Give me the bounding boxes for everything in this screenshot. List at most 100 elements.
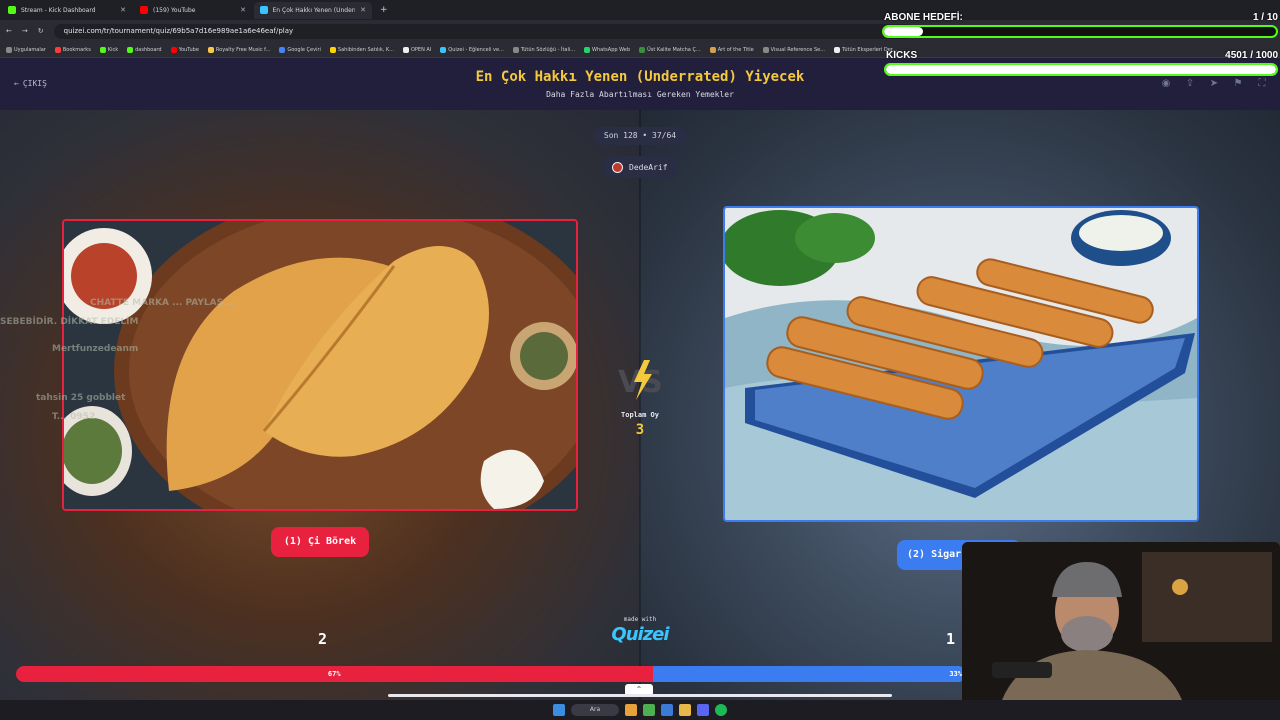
kicks-goal-fill <box>886 65 1276 74</box>
taskbar-search[interactable]: Ara <box>571 704 619 716</box>
tab-label: En Çok Hakkı Yenen (Underrated <box>272 6 356 14</box>
chat-line: T... 0952 <box>52 412 96 422</box>
bookmark-item[interactable]: Sahibinden Satılık, K... <box>329 46 394 53</box>
bookmark-icon <box>709 46 716 53</box>
eye-icon[interactable]: ◉ <box>1160 78 1172 90</box>
close-icon[interactable]: ✕ <box>120 6 126 14</box>
bookmark-icon <box>639 46 646 53</box>
webcam-feed <box>962 542 1280 700</box>
youtube-icon <box>140 6 148 14</box>
start-icon[interactable] <box>553 704 565 716</box>
taskview-icon[interactable] <box>625 704 637 716</box>
bookmark-item[interactable]: OPEN AI <box>402 46 431 53</box>
bookmark-label: WhatsApp Web <box>592 46 631 53</box>
bookmark-label: YouTube <box>178 46 199 53</box>
chat-line: tahsin 25 gobblet <box>36 393 126 403</box>
round-badge: Son 128 • 37/64 <box>593 127 687 145</box>
kick-icon <box>127 46 134 53</box>
folder-icon[interactable] <box>679 704 691 716</box>
bookmark-label: Quizei - Eğlenceli ve... <box>448 46 504 53</box>
option-card-right[interactable] <box>723 206 1199 522</box>
url-field[interactable]: quizei.com/tr/tournament/quiz/69b5a7d16e… <box>53 23 914 39</box>
bookmark-item[interactable]: Tütün Sözlüğü - İtali... <box>512 46 576 53</box>
chat-line: CHATTE MARKA ... PAYLAŞ ... <box>90 298 237 308</box>
back-icon[interactable]: ← <box>6 27 12 35</box>
tab-youtube[interactable]: (159) YouTube ✕ <box>134 2 252 19</box>
bookmark-label: Visual Reference Se... <box>770 46 825 53</box>
bookmark-label: Kick <box>107 46 119 53</box>
chat-line: Mertfunzedeanm <box>52 344 139 354</box>
bookmark-item[interactable]: Quizei - Eğlenceli ve... <box>440 46 504 53</box>
new-tab-icon[interactable]: + <box>380 5 388 15</box>
sub-goal-value: 1 / 10 <box>1252 12 1278 23</box>
vote-progress-bar: 67% 33% <box>16 666 966 682</box>
vote-button-left[interactable]: (1) Çi Börek <box>271 527 369 557</box>
bookmark-label: Tütün Sözlüğü - İtali... <box>520 46 576 53</box>
share-icon[interactable]: ⇪ <box>1184 78 1196 90</box>
kick-icon <box>99 46 106 53</box>
bookmark-label: Uygulamalar <box>14 46 46 53</box>
apps-icon <box>6 46 12 53</box>
bookmark-icon <box>762 46 769 53</box>
reload-icon[interactable]: ↻ <box>38 27 44 35</box>
bookmark-item[interactable]: WhatsApp Web <box>584 46 631 53</box>
sub-goal-fill <box>884 27 924 36</box>
discord-icon[interactable] <box>697 704 709 716</box>
bookmark-item[interactable]: Royalty Free Music f... <box>207 46 271 53</box>
kick-icon <box>8 6 16 14</box>
bookmarks-bar: Uygulamalar Bookmarks Kick dashboard You… <box>0 42 1280 58</box>
bookmark-item[interactable]: Art of the Title <box>709 46 754 53</box>
vote-bar-right: 33% <box>652 666 966 682</box>
sub-goal-label: ABONE HEDEFİ: <box>884 12 963 23</box>
vote-bar-left: 67% <box>16 666 653 682</box>
streamer-image <box>962 542 1280 700</box>
bookmark-label: Royalty Free Music f... <box>215 46 271 53</box>
chrome-icon[interactable] <box>643 704 655 716</box>
quizei-logo[interactable]: Quizei <box>600 624 680 645</box>
kicks-goal-label: KICKS <box>886 50 918 61</box>
translate-icon <box>279 46 286 53</box>
bookmark-label: Üst Kalite Matcha Ç... <box>647 46 701 53</box>
send-icon[interactable]: ➤ <box>1208 78 1220 90</box>
fullscreen-icon[interactable]: ⛶ <box>1256 78 1268 90</box>
bookmark-item[interactable]: Visual Reference Se... <box>762 46 825 53</box>
tab-label: (159) YouTube <box>153 6 196 14</box>
kicks-goal-bar <box>884 63 1278 76</box>
bookmark-item[interactable]: dashboard <box>127 46 162 53</box>
forward-icon[interactable]: → <box>22 27 28 35</box>
bookmark-item[interactable]: Uygulamalar <box>6 46 46 53</box>
center-divider <box>639 110 641 700</box>
bookmark-item[interactable]: Üst Kalite Matcha Ç... <box>639 46 701 53</box>
total-votes-value: 3 <box>635 422 645 438</box>
store-icon[interactable] <box>661 704 673 716</box>
bookmark-label: Bookmarks <box>62 46 91 53</box>
bookmark-label: dashboard <box>135 46 162 53</box>
close-icon[interactable]: ✕ <box>360 6 366 14</box>
bookmark-icon <box>512 46 519 53</box>
food-image-sigara-boregi <box>725 208 1197 520</box>
chat-overlay: CHATTE MARKA ... PAYLAŞ ... SEBEBİDİR. D… <box>0 298 237 431</box>
openai-icon <box>402 46 409 53</box>
tab-label: Stream - Kick Dashboard <box>21 6 96 14</box>
spotify-icon[interactable] <box>715 704 727 716</box>
quizei-icon <box>260 6 268 14</box>
bookmark-item[interactable]: Bookmarks <box>54 46 91 53</box>
vs-icon: VS <box>618 360 663 400</box>
tab-quizei[interactable]: En Çok Hakkı Yenen (Underrated ✕ <box>254 1 372 19</box>
total-votes-label: Toplam Oy <box>621 411 659 419</box>
bookmark-item[interactable]: YouTube <box>170 46 199 53</box>
bookmark-item[interactable]: Google Çeviri <box>279 46 321 53</box>
bookmark-icon <box>207 46 214 53</box>
browser-tab-bar: Stream - Kick Dashboard ✕ (159) YouTube … <box>0 0 1280 20</box>
vote-count-left: 2 <box>318 630 328 648</box>
bookmark-item[interactable]: Kick <box>99 46 119 53</box>
close-icon[interactable]: ✕ <box>240 6 246 14</box>
header-actions: ◉ ⇪ ➤ ⚑ ⛶ <box>1160 78 1268 90</box>
chat-line: SEBEBİDİR. DİKKAT EDELİM <box>0 317 139 327</box>
page-subtitle: Daha Fazla Abartılması Gereken Yemekler <box>546 90 734 99</box>
tab-kick-dashboard[interactable]: Stream - Kick Dashboard ✕ <box>2 2 132 19</box>
avatar <box>612 161 623 173</box>
made-with-label: made with <box>623 616 657 623</box>
flag-icon[interactable]: ⚑ <box>1232 78 1244 90</box>
scroll-indicator <box>388 694 892 697</box>
